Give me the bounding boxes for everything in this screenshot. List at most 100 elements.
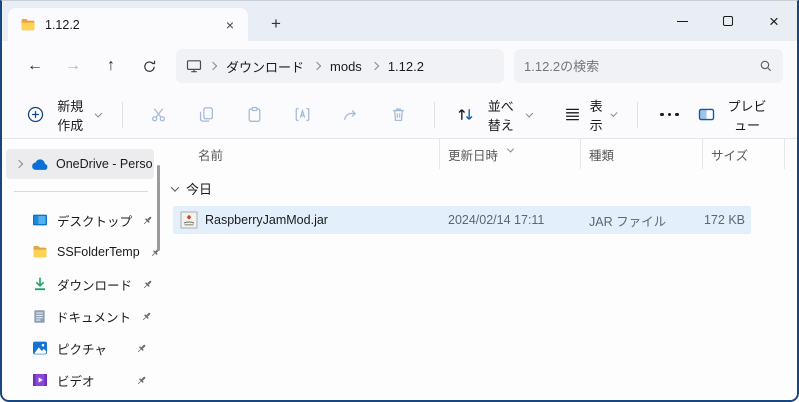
toolbar-separator	[637, 102, 638, 128]
minimize-button[interactable]	[659, 1, 705, 41]
pictures-icon	[32, 340, 48, 356]
pin-icon	[141, 278, 154, 291]
sidebar-item-label: ピクチャ	[57, 339, 107, 358]
refresh-icon	[142, 59, 157, 74]
file-modified: 2024/02/14 17:11	[440, 213, 581, 227]
file-list: 名前更新日時 種類サイズ 今日 RaspberryJamMod.jar 2024/0…	[160, 139, 797, 400]
breadcrumb: ダウンロード mods 1.12.2	[208, 54, 430, 79]
sidebar-item-label: デスクトップ	[57, 211, 132, 230]
share-button[interactable]	[327, 98, 374, 132]
copy-icon	[198, 106, 215, 123]
column-header-type[interactable]: 種類	[581, 139, 703, 169]
sidebar-item-label: ビデオ	[57, 371, 95, 390]
chevron-right-icon	[15, 160, 23, 168]
delete-icon	[390, 106, 407, 123]
pin-icon	[135, 374, 148, 387]
search-input[interactable]	[524, 59, 759, 74]
close-icon: ×	[769, 13, 779, 30]
rename-icon	[294, 106, 311, 123]
desktop-icon	[32, 212, 48, 228]
column-header-modified[interactable]: 更新日時	[440, 139, 581, 169]
breadcrumb-item[interactable]: mods	[324, 56, 368, 77]
up-button[interactable]: ↑	[92, 49, 130, 83]
sidebar-item-label: ドキュメント	[56, 307, 131, 326]
sidebar: OneDrive - Perso デスクトップ SSFolderTemp ダウンロー…	[2, 139, 160, 400]
delete-button[interactable]	[375, 98, 422, 132]
toolbar-separator	[434, 102, 435, 128]
search-icon	[759, 59, 773, 73]
back-arrow-icon: ←	[27, 57, 43, 75]
preview-label: プレビュー	[722, 96, 772, 134]
jar-file-icon	[180, 211, 198, 229]
plus-circle-icon	[27, 106, 44, 123]
tab-title: 1.12.2	[45, 18, 80, 32]
folder-icon	[32, 244, 48, 260]
breadcrumb-chevron-icon	[313, 62, 321, 70]
videos-icon	[32, 372, 48, 388]
command-toolbar: 新規作成 並べ替え 表示 プレビュー	[2, 91, 797, 139]
cut-button[interactable]	[135, 98, 182, 132]
group-header[interactable]: 今日	[172, 179, 797, 198]
paste-button[interactable]	[231, 98, 278, 132]
column-header-size[interactable]: サイズ	[703, 139, 785, 169]
view-button[interactable]: 表示	[555, 98, 625, 132]
sort-indicator-icon	[508, 142, 513, 156]
sidebar-item-videos[interactable]: ビデオ	[2, 364, 160, 396]
sidebar-item-label: ダウンロード	[57, 275, 132, 294]
onedrive-cloud-icon	[31, 158, 49, 171]
back-button[interactable]: ←	[16, 49, 54, 83]
forward-button[interactable]: →	[54, 49, 92, 83]
sidebar-item-document[interactable]: ドキュメント	[2, 300, 160, 332]
tab-close-button[interactable]: ×	[218, 13, 242, 37]
column-header-label: 更新日時	[448, 145, 498, 164]
column-header-name[interactable]: 名前	[173, 139, 440, 169]
download-icon	[32, 276, 48, 292]
document-icon	[32, 309, 47, 324]
sidebar-item-download[interactable]: ダウンロード	[2, 268, 160, 300]
breadcrumb-chevron-icon	[209, 62, 217, 70]
chevron-down-icon	[610, 109, 617, 116]
group-label: 今日	[186, 179, 212, 198]
rename-button[interactable]	[279, 98, 326, 132]
window-controls: ×	[659, 1, 797, 41]
sidebar-item-onedrive[interactable]: OneDrive - Perso	[6, 149, 154, 179]
copy-button[interactable]	[183, 98, 230, 132]
sort-button[interactable]: 並べ替え	[447, 98, 541, 132]
preview-button[interactable]: プレビュー	[689, 98, 781, 132]
sort-label: 並べ替え	[482, 96, 520, 134]
sidebar-item-label: SSFolderTemp	[57, 245, 140, 259]
group-chevron-icon	[171, 183, 179, 191]
maximize-icon	[723, 16, 733, 26]
sidebar-item-desktop[interactable]: デスクトップ	[2, 204, 160, 236]
sidebar-item-folder[interactable]: SSFolderTemp	[2, 236, 160, 268]
view-label: 表示	[588, 96, 605, 134]
file-name: RaspberryJamMod.jar	[205, 213, 328, 227]
column-header-label: サイズ	[711, 145, 748, 164]
file-explorer-window: 1.12.2 × + × ← → ↑ ダウンロード mods 1.12.2	[0, 0, 799, 402]
close-button[interactable]: ×	[751, 1, 797, 41]
content-area: OneDrive - Perso デスクトップ SSFolderTemp ダウンロー…	[2, 139, 797, 400]
file-row[interactable]: RaspberryJamMod.jar 2024/02/14 17:11JAR フ…	[173, 206, 751, 234]
more-ellipsis-icon	[660, 113, 679, 117]
sidebar-item-pictures[interactable]: ピクチャ	[2, 332, 160, 364]
maximize-button[interactable]	[705, 1, 751, 41]
breadcrumb-item[interactable]: ダウンロード	[220, 54, 310, 79]
cut-icon	[150, 106, 167, 123]
forward-arrow-icon: →	[65, 57, 81, 75]
share-icon	[342, 106, 359, 123]
tab-1-12-2[interactable]: 1.12.2 ×	[8, 8, 248, 41]
more-button[interactable]	[650, 98, 689, 132]
address-bar[interactable]: ダウンロード mods 1.12.2	[176, 49, 504, 83]
chevron-down-icon	[525, 109, 533, 117]
this-pc-icon	[186, 58, 202, 74]
file-type: JAR ファイル	[581, 211, 703, 230]
pin-icon	[140, 310, 153, 323]
search-box[interactable]	[514, 49, 783, 83]
titlebar: 1.12.2 × + ×	[2, 1, 797, 41]
breadcrumb-item[interactable]: 1.12.2	[382, 56, 430, 77]
refresh-button[interactable]	[130, 49, 168, 83]
preview-icon	[698, 106, 715, 123]
new-button[interactable]: 新規作成	[18, 98, 110, 132]
new-tab-button[interactable]: +	[262, 11, 290, 37]
up-arrow-icon: ↑	[107, 57, 115, 75]
